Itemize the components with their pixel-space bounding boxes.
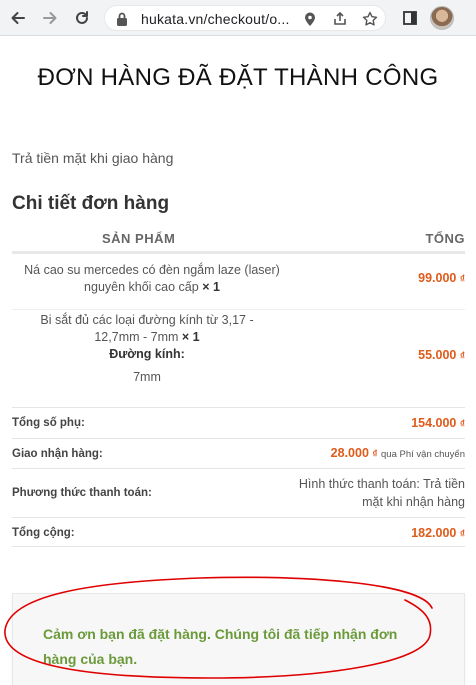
product-price: 55.000 ₫ bbox=[418, 348, 465, 362]
total-row: Tổng cộng: 182.000 ₫ bbox=[12, 517, 465, 547]
share-icon[interactable] bbox=[331, 10, 349, 28]
location-pin-icon[interactable] bbox=[301, 10, 319, 28]
subtotal-row: Tổng số phụ: 154.000 ₫ bbox=[12, 407, 465, 438]
thank-you-message: Cảm ơn bạn đã đặt hàng. Chúng tôi đã tiế… bbox=[43, 626, 398, 667]
reload-icon[interactable] bbox=[70, 6, 94, 30]
total-value: 182.000 ₫ bbox=[411, 526, 465, 540]
sidebar-icon[interactable] bbox=[398, 6, 422, 30]
subtotal-label: Tổng số phụ: bbox=[12, 417, 85, 429]
forward-arrow-icon[interactable] bbox=[38, 6, 62, 30]
product-name[interactable]: Bi sắt đủ các loại đường kính từ 3,17 - … bbox=[22, 312, 272, 386]
product-name[interactable]: Ná cao su mercedes có đèn ngắm laze (las… bbox=[12, 262, 292, 296]
star-icon[interactable] bbox=[361, 10, 379, 28]
variant-value: 7mm bbox=[133, 370, 161, 384]
product-qty: × 1 bbox=[202, 280, 220, 294]
shipping-row: Giao nhận hàng: 28.000 ₫ qua Phí vận chu… bbox=[12, 438, 465, 468]
table-row: Bi sắt đủ các loại đường kính từ 3,17 - … bbox=[12, 309, 465, 404]
header-product: SẢN PHẨM bbox=[102, 231, 176, 246]
table-header: SẢN PHẨM TỔNG bbox=[12, 229, 465, 254]
thank-you-notice: Cảm ơn bạn đã đặt hàng. Chúng tôi đã tiế… bbox=[12, 593, 465, 685]
url-text[interactable]: hukata.vn/checkout/o... bbox=[141, 11, 290, 27]
payment-note: Trả tiền mặt khi giao hàng bbox=[12, 150, 174, 166]
payment-method-label: Phương thức thanh toán: bbox=[12, 487, 152, 499]
back-arrow-icon[interactable] bbox=[6, 6, 30, 30]
browser-toolbar: hukata.vn/checkout/o... bbox=[0, 0, 476, 36]
shipping-label: Giao nhận hàng: bbox=[12, 448, 103, 460]
table-row: Ná cao su mercedes có đèn ngắm laze (las… bbox=[12, 262, 465, 302]
shipping-value: 28.000 ₫ qua Phí vận chuyển bbox=[330, 446, 465, 460]
header-total: TỔNG bbox=[425, 231, 465, 246]
page-title: ĐƠN HÀNG ĐÃ ĐẶT THÀNH CÔNG bbox=[37, 64, 439, 91]
variant-label: Đường kính: bbox=[109, 347, 185, 361]
product-price: 99.000 ₫ bbox=[418, 271, 465, 285]
address-bar[interactable]: hukata.vn/checkout/o... bbox=[104, 5, 386, 31]
payment-method-value: Hình thức thanh toán: Trả tiền mặt khi n… bbox=[298, 477, 465, 509]
shipping-method: qua Phí vận chuyển bbox=[381, 449, 465, 460]
avatar[interactable] bbox=[430, 6, 454, 30]
total-label: Tổng cộng: bbox=[12, 527, 75, 539]
section-title: Chi tiết đơn hàng bbox=[12, 193, 170, 214]
subtotal-value: 154.000 ₫ bbox=[411, 416, 465, 430]
product-qty: × 1 bbox=[181, 330, 200, 344]
lock-icon[interactable] bbox=[115, 11, 129, 32]
payment-method-row: Phương thức thanh toán: Hình thức thanh … bbox=[12, 468, 465, 517]
